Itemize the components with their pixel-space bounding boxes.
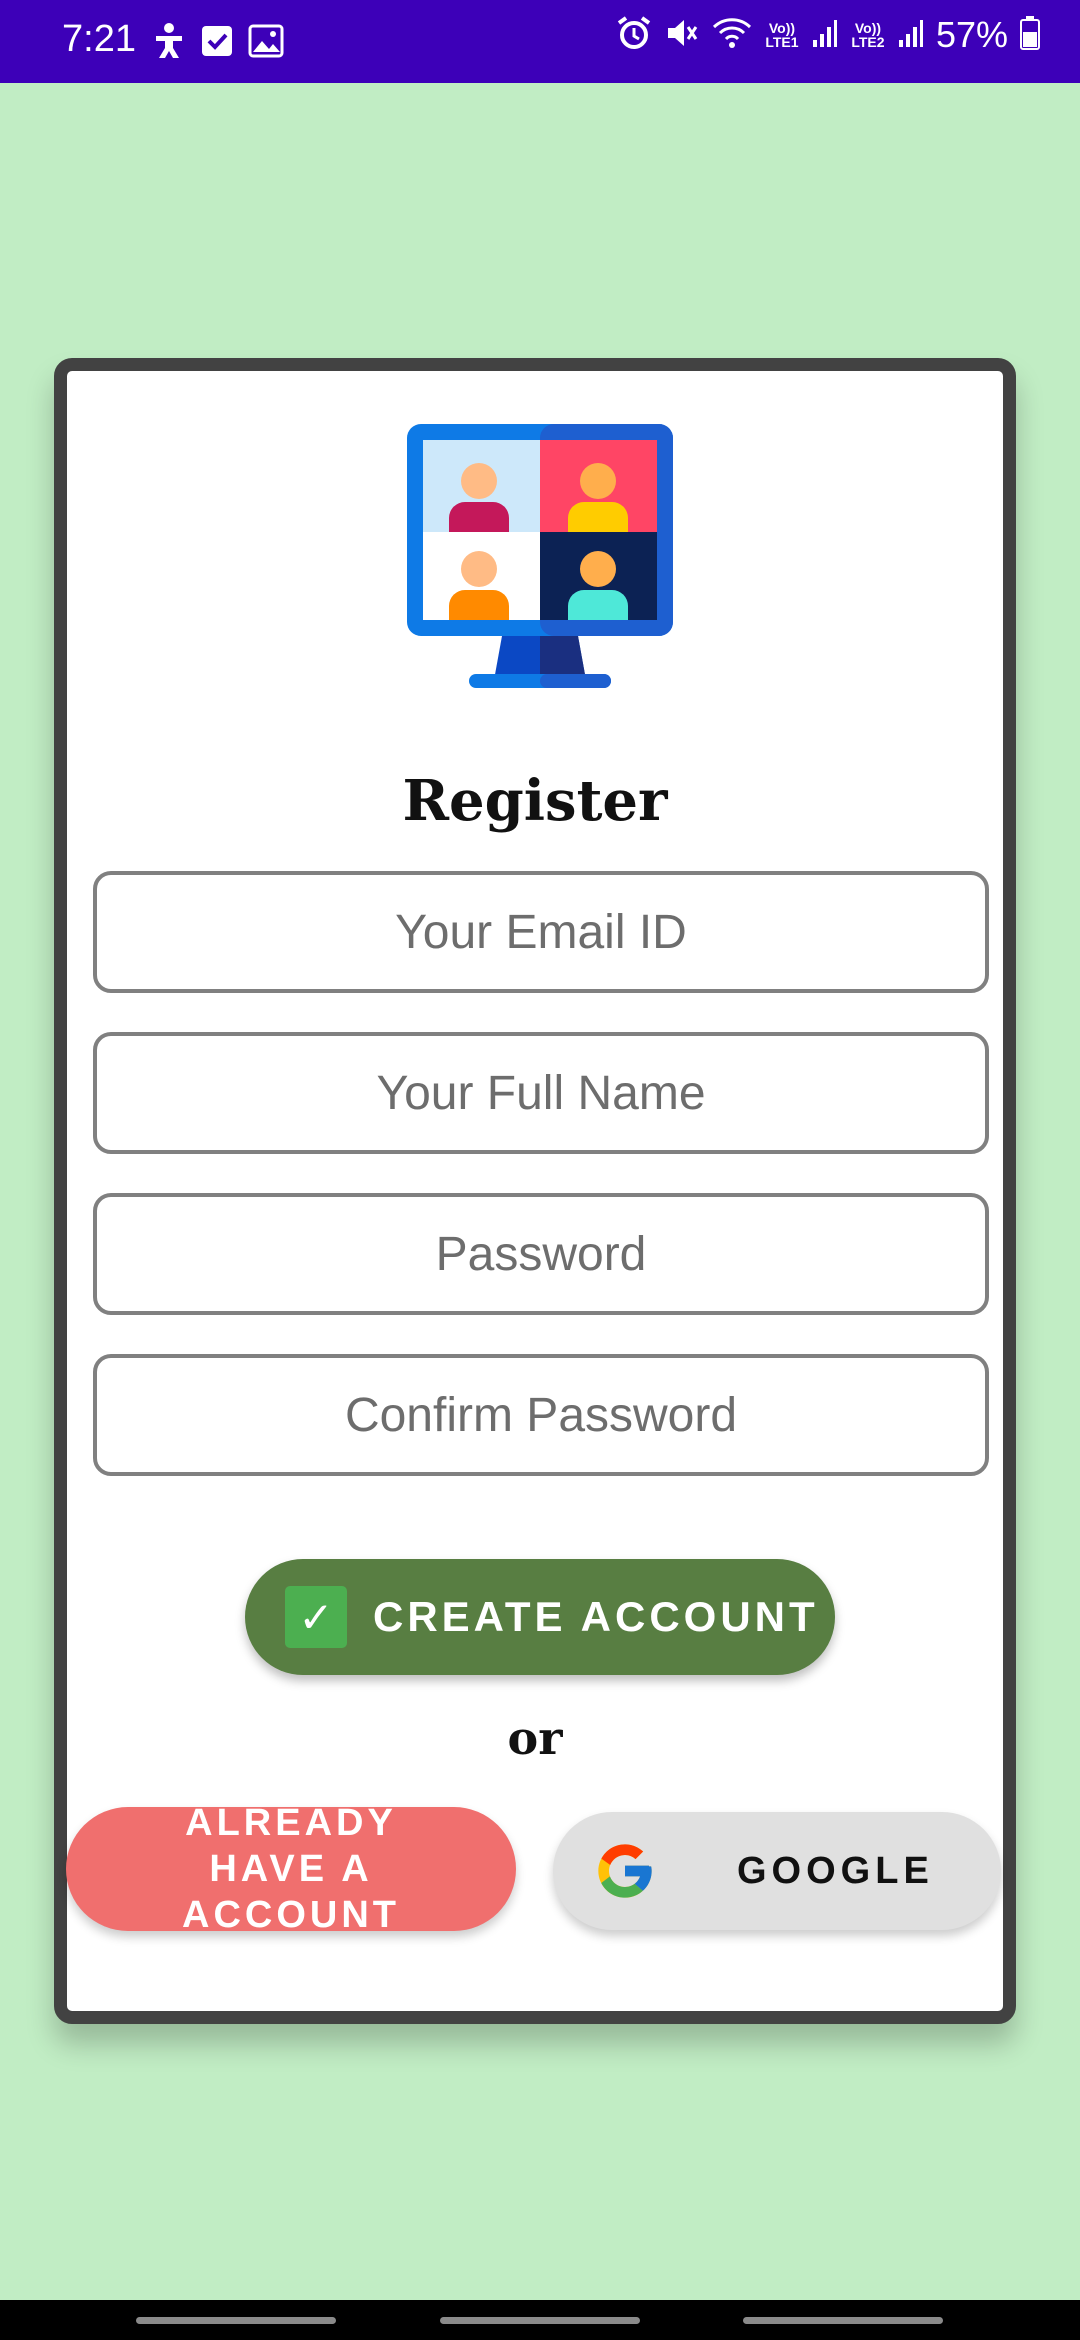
signal-icon (812, 18, 838, 53)
password-field[interactable] (93, 1193, 989, 1315)
wifi-icon (712, 15, 752, 56)
full-name-field[interactable] (93, 1032, 989, 1154)
email-input[interactable] (97, 903, 985, 961)
page-title: Register (402, 768, 668, 834)
nav-back-handle[interactable] (743, 2317, 943, 2324)
status-time: 7:21 (62, 18, 136, 60)
mute-icon (664, 15, 700, 56)
status-bar: 7:21 Vo)) LTE1 Vo)) LTE2 57% (0, 0, 1080, 83)
full-name-input[interactable] (97, 1064, 985, 1122)
navigation-bar (0, 2300, 1080, 2340)
sim2-label: Vo)) LTE2 (851, 20, 885, 50)
create-account-button[interactable]: ✓ CREATE ACCOUNT (245, 1559, 835, 1675)
accessibility-icon (152, 22, 186, 65)
battery-icon (1020, 15, 1040, 55)
google-label: GOOGLE (737, 1849, 934, 1892)
image-icon (248, 24, 284, 63)
sim1-label: Vo)) LTE1 (765, 20, 799, 50)
signal-icon (898, 18, 924, 53)
google-icon (593, 1839, 657, 1903)
password-input[interactable] (97, 1225, 985, 1283)
register-card: Register ✓ CREATE ACCOUNT or ALREADY HAV… (54, 358, 1016, 2024)
confirm-password-field[interactable] (93, 1354, 989, 1476)
already-have-account-button[interactable]: ALREADY HAVE A ACCOUNT (66, 1802, 516, 1936)
checkbox-icon (200, 24, 234, 63)
nav-home-handle[interactable] (440, 2317, 640, 2324)
battery-percent: 57% (935, 14, 1008, 55)
nav-recents-handle[interactable] (136, 2317, 336, 2324)
check-icon: ✓ (285, 1586, 347, 1648)
video-conference-logo-icon (407, 424, 673, 690)
alarm-icon (616, 15, 652, 56)
email-field[interactable] (93, 871, 989, 993)
confirm-password-input[interactable] (97, 1386, 985, 1444)
or-divider: or (507, 1711, 563, 1765)
create-account-label: CREATE ACCOUNT (373, 1593, 819, 1640)
google-sign-in-button[interactable]: GOOGLE (553, 1812, 1001, 1930)
already-have-account-label: ALREADY HAVE A ACCOUNT (182, 1802, 400, 1936)
